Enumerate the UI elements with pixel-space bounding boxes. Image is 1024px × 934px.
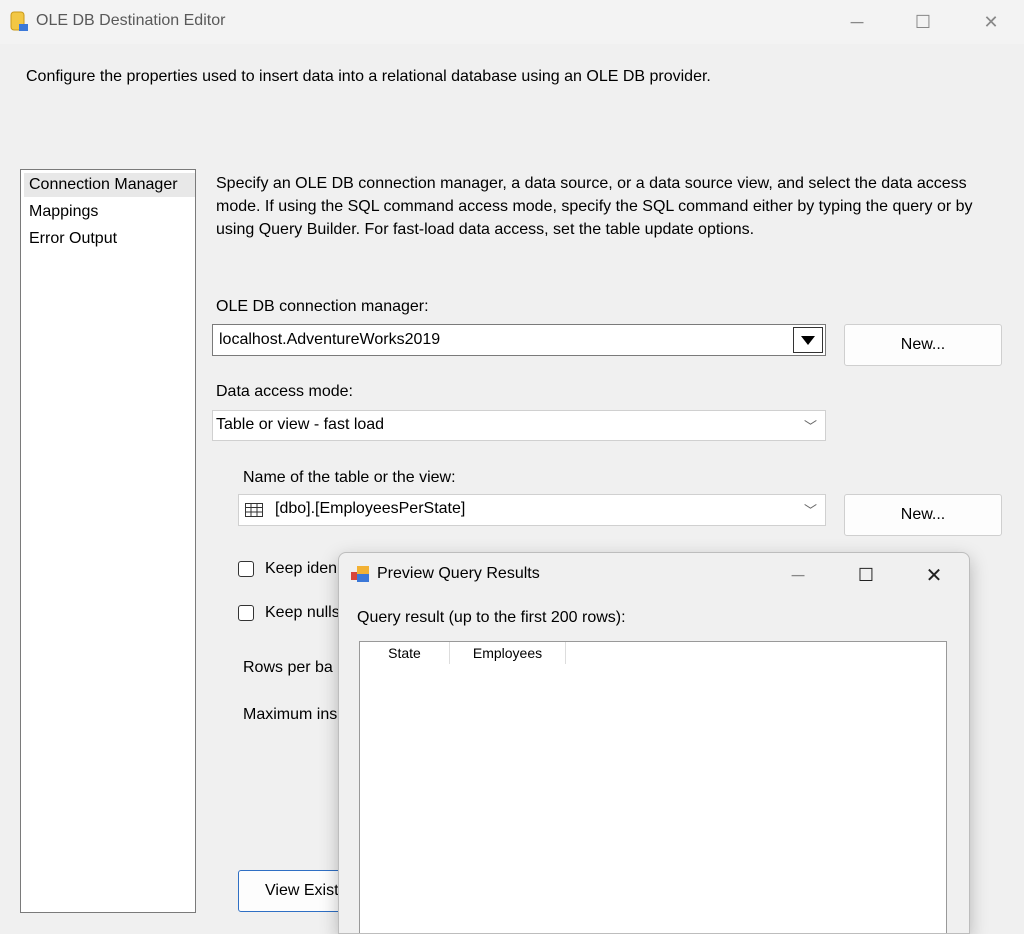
- chevron-down-icon: ﹀: [803, 419, 817, 434]
- dialog-title: Preview Query Results: [377, 565, 540, 582]
- column-header-employees[interactable]: Employees: [450, 642, 566, 664]
- maximize-button[interactable]: ☐: [894, 0, 952, 44]
- keep-nulls-checkbox[interactable]: [238, 605, 254, 621]
- close-button[interactable]: ✕: [962, 0, 1020, 44]
- title-bar: OLE DB Destination Editor ─ ☐ ✕: [0, 0, 1024, 44]
- sidebar-item-connection-manager[interactable]: Connection Manager: [24, 173, 195, 197]
- query-result-label: Query result (up to the first 200 rows):: [357, 609, 626, 626]
- data-access-mode-value: Table or view - fast load: [216, 416, 385, 433]
- sidebar: Connection Manager Mappings Error Output: [20, 169, 196, 913]
- keep-identity-label: Keep iden: [265, 560, 338, 577]
- connection-manager-intro: Specify an OLE DB connection manager, a …: [216, 175, 973, 238]
- editor-description: Configure the properties used to insert …: [26, 68, 711, 85]
- chevron-down-icon: ﹀: [803, 503, 817, 518]
- keep-identity-checkbox[interactable]: [238, 561, 254, 577]
- keep-nulls-label: Keep nulls: [265, 604, 340, 621]
- dropdown-arrow-icon[interactable]: [793, 327, 823, 353]
- ole-db-destination-icon: [10, 11, 28, 31]
- maximum-insert-commit-label: Maximum ins: [243, 706, 338, 723]
- dialog-close-button[interactable]: ✕: [905, 553, 963, 597]
- window-title: OLE DB Destination Editor: [36, 12, 226, 29]
- table-name-dropdown[interactable]: [dbo].[EmployeesPerState] ﹀: [238, 494, 826, 526]
- connection-manager-dropdown[interactable]: localhost.AdventureWorks2019: [212, 324, 826, 356]
- data-access-mode-dropdown[interactable]: Table or view - fast load ﹀: [212, 410, 826, 441]
- column-header-state[interactable]: State: [360, 642, 450, 664]
- preview-dialog-icon: [351, 566, 369, 582]
- minimize-button[interactable]: ─: [828, 0, 886, 44]
- new-connection-button[interactable]: New...: [844, 324, 1002, 366]
- rows-per-batch-label: Rows per ba: [243, 659, 333, 676]
- connection-manager-label: OLE DB connection manager:: [216, 298, 429, 315]
- table-name-label: Name of the table or the view:: [243, 469, 456, 486]
- sidebar-item-mappings[interactable]: Mappings: [27, 200, 100, 224]
- dialog-maximize-button[interactable]: ☐: [837, 553, 895, 597]
- query-results-grid[interactable]: State Employees: [359, 641, 947, 933]
- new-table-button[interactable]: New...: [844, 494, 1002, 536]
- data-access-mode-label: Data access mode:: [216, 383, 353, 400]
- sidebar-item-error-output[interactable]: Error Output: [27, 227, 119, 251]
- dialog-minimize-button[interactable]: ─: [769, 553, 827, 597]
- table-icon: [245, 503, 263, 517]
- connection-manager-value: localhost.AdventureWorks2019: [219, 331, 441, 348]
- preview-query-results-dialog: Preview Query Results ─ ☐ ✕ Query result…: [338, 552, 970, 934]
- table-name-value: [dbo].[EmployeesPerState]: [275, 500, 466, 517]
